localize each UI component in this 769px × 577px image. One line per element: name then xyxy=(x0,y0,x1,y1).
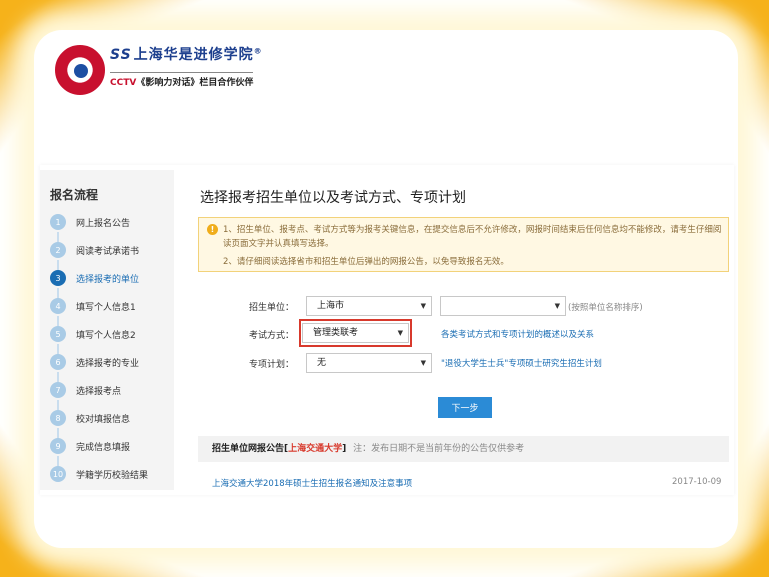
ss-logo-mark: SS xyxy=(110,47,132,63)
step-number-badge: 7 xyxy=(50,382,66,398)
announcement-date: 2017-10-09 xyxy=(672,477,722,487)
registered-mark: ® xyxy=(253,46,263,56)
exam-method-link[interactable]: 各类考试方式和专项计划的概述以及关系 xyxy=(441,328,594,340)
step-label: 阅读考试承诺书 xyxy=(76,246,140,257)
sidebar-step-4[interactable]: 4 填写个人信息1 xyxy=(50,296,174,316)
step-label: 填写个人信息1 xyxy=(76,302,136,313)
unit-hint: (按照单位名称排序) xyxy=(568,303,643,313)
sidebar-step-2[interactable]: 2 阅读考试承诺书 xyxy=(50,240,174,260)
selection-highlight xyxy=(299,319,412,347)
chevron-down-icon: ▼ xyxy=(554,302,560,310)
sidebar-step-6[interactable]: 6 选择报考的专业 xyxy=(50,352,174,372)
announcement-title: 招生单位网报公告 xyxy=(212,444,285,454)
announcement-link[interactable]: 上海交通大学2018年硕士生招生报名通知及注意事项 xyxy=(212,477,412,489)
province-value: 上海市 xyxy=(317,301,345,311)
announcement-note: 注：发布日期不是当前年份的公告仅供参考 xyxy=(353,444,525,454)
province-select[interactable]: 上海市 ▼ xyxy=(306,296,432,316)
step-number-badge: 5 xyxy=(50,326,66,342)
step-label: 网上报名公告 xyxy=(76,218,131,229)
special-plan-link[interactable]: "退役大学生士兵"专项硕士研究生招生计划 xyxy=(441,357,602,369)
bracket-close: ] xyxy=(342,444,347,454)
school-name: SS 上海华是进修学院® xyxy=(110,44,263,64)
school-logo-icon xyxy=(55,45,105,95)
plan-label: 专项计划： xyxy=(248,360,294,370)
sidebar-title: 报名流程 xyxy=(50,188,99,202)
step-number-badge: 9 xyxy=(50,438,66,454)
partner-line: CCTV《影响力对话》栏目合作伙伴 xyxy=(110,72,254,88)
next-step-button[interactable]: 下一步 xyxy=(438,397,492,418)
sidebar-step-8[interactable]: 8 校对填报信息 xyxy=(50,408,174,428)
step-label: 填写个人信息2 xyxy=(76,330,136,341)
step-label: 完成信息填报 xyxy=(76,442,131,453)
partner-text: 《影响力对话》栏目合作伙伴 xyxy=(136,78,254,88)
step-label: 校对填报信息 xyxy=(76,414,131,425)
step-number-badge: 4 xyxy=(50,298,66,314)
announcement-school: 上海交通大学 xyxy=(288,444,343,454)
cctv-logo: CCTV xyxy=(110,78,137,88)
chevron-down-icon: ▼ xyxy=(420,302,426,310)
notice-line-2: 2、请仔细阅读选择省市和招生单位后弹出的网报公告，以免导致报名无效。 xyxy=(223,257,509,267)
step-label: 学籍学历校验结果 xyxy=(76,470,149,481)
step-number-badge: 2 xyxy=(50,242,66,258)
warning-icon: ! xyxy=(207,224,218,235)
sidebar-step-3[interactable]: 3 选择报考的单位 xyxy=(50,268,174,288)
unit-label: 招生单位： xyxy=(248,303,294,313)
step-number-badge: 6 xyxy=(50,354,66,370)
school-select[interactable]: ▼ xyxy=(440,296,566,316)
step-label: 选择报考的单位 xyxy=(76,274,140,285)
exam-label: 考试方式： xyxy=(248,331,294,341)
step-number-badge: 3 xyxy=(50,270,66,286)
sidebar: 报名流程 1 网上报名公告 2 阅读考试承诺书 3 选择报考的单位 4 填写个人信息1 5 填写个… xyxy=(40,170,174,490)
notice-line-1: 1、招生单位、报考点、考试方式等为报考关键信息，在提交信息后不允许修改，网报时间… xyxy=(223,225,722,249)
step-number-badge: 1 xyxy=(50,214,66,230)
step-number-badge: 8 xyxy=(50,410,66,426)
chevron-down-icon: ▼ xyxy=(420,359,426,367)
step-label: 选择报考点 xyxy=(76,386,122,397)
announcement-header: 招生单位网报公告[上海交通大学] 注：发布日期不是当前年份的公告仅供参考 xyxy=(198,436,729,462)
sidebar-step-9[interactable]: 9 完成信息填报 xyxy=(50,436,174,456)
step-label: 选择报考的专业 xyxy=(76,358,140,369)
sidebar-step-5[interactable]: 5 填写个人信息2 xyxy=(50,324,174,344)
page-title: 选择报考招生单位以及考试方式、专项计划 xyxy=(200,190,466,206)
sidebar-step-10[interactable]: 10 学籍学历校验结果 xyxy=(50,464,174,484)
school-name-text: 上海华是进修学院 xyxy=(133,47,254,63)
sidebar-step-1[interactable]: 1 网上报名公告 xyxy=(50,212,174,232)
special-plan-value: 无 xyxy=(317,358,327,368)
notice-box: ! 1、招生单位、报考点、考试方式等为报考关键信息，在提交信息后不允许修改，网报… xyxy=(198,217,729,272)
step-number-badge: 10 xyxy=(50,466,66,482)
special-plan-select[interactable]: 无 ▼ xyxy=(306,353,432,373)
sidebar-step-7[interactable]: 7 选择报考点 xyxy=(50,380,174,400)
